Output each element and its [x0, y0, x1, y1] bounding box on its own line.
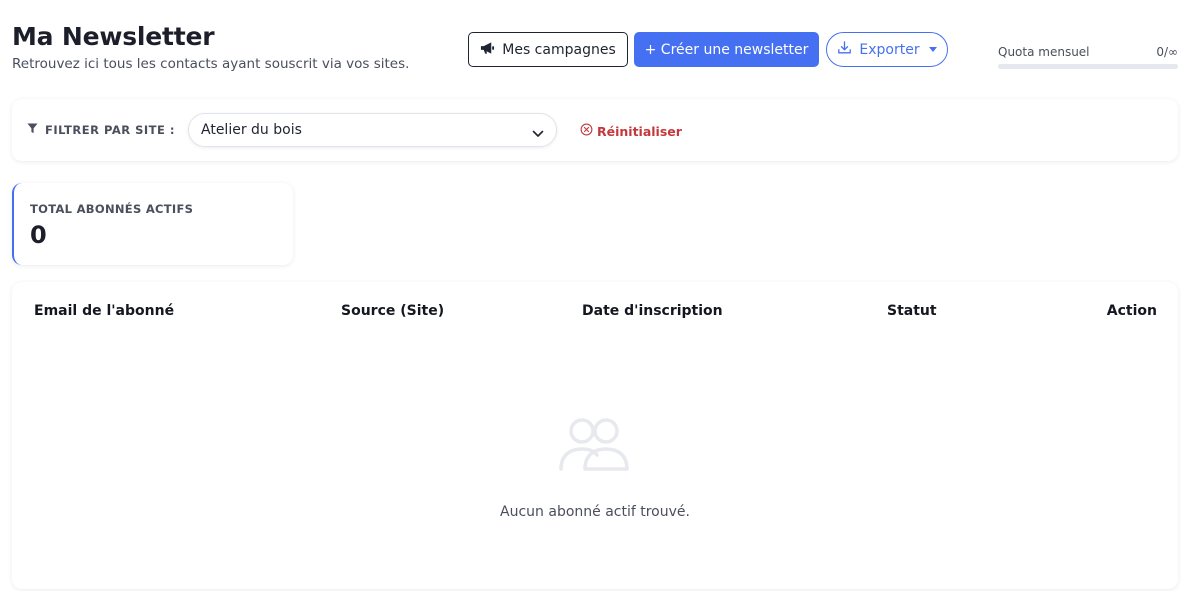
stat-label: TOTAL ABONNÉS ACTIFS [30, 202, 194, 216]
column-header-action: Action [1106, 303, 1157, 319]
column-header-email[interactable]: Email de l'abonné [34, 303, 174, 319]
column-header-source[interactable]: Source (Site) [341, 303, 444, 319]
create-newsletter-button[interactable]: + Créer une newsletter [634, 32, 819, 67]
empty-state-message: Aucun abonné actif trouvé. [500, 504, 690, 520]
page-header: Ma Newsletter Retrouvez ici tous les con… [12, 22, 409, 72]
download-icon [837, 40, 859, 59]
site-select-value: Atelier du bois [201, 122, 302, 138]
my-campaigns-button[interactable]: Mes campagnes [468, 32, 628, 67]
quota-value: 0/∞ [1156, 45, 1178, 59]
column-header-date[interactable]: Date d'inscription [582, 303, 723, 319]
active-subscribers-card: TOTAL ABONNÉS ACTIFS 0 [12, 183, 293, 265]
quota-label: Quota mensuel [998, 45, 1090, 59]
quota-progress-bar [998, 64, 1178, 69]
filter-label-text: FILTRER PAR SITE : [45, 123, 175, 137]
reset-filter-label: Réinitialiser [597, 123, 682, 139]
page-title: Ma Newsletter [12, 22, 215, 51]
create-newsletter-label: + Créer une newsletter [644, 41, 809, 58]
stat-value: 0 [30, 221, 47, 249]
export-dropdown-button[interactable]: Exporter [826, 32, 948, 67]
site-filter-panel: FILTRER PAR SITE : Atelier du bois Réini… [12, 99, 1178, 161]
chevron-down-icon [532, 126, 544, 142]
filter-label: FILTRER PAR SITE : [27, 123, 175, 137]
monthly-quota: Quota mensuel 0/∞ [998, 45, 1178, 69]
caret-down-icon [928, 47, 937, 52]
megaphone-icon [480, 41, 502, 59]
subscribers-table: Email de l'abonné Source (Site) Date d'i… [12, 282, 1178, 589]
circle-x-icon [580, 123, 597, 139]
site-select[interactable]: Atelier du bois [188, 113, 557, 147]
reset-filter-link[interactable]: Réinitialiser [580, 123, 682, 139]
my-campaigns-label: Mes campagnes [502, 41, 616, 58]
column-header-status[interactable]: Statut [887, 303, 937, 319]
users-icon [558, 416, 632, 476]
export-label: Exporter [859, 41, 920, 58]
page-subtitle: Retrouvez ici tous les contacts ayant so… [12, 56, 410, 72]
funnel-icon [27, 123, 45, 137]
